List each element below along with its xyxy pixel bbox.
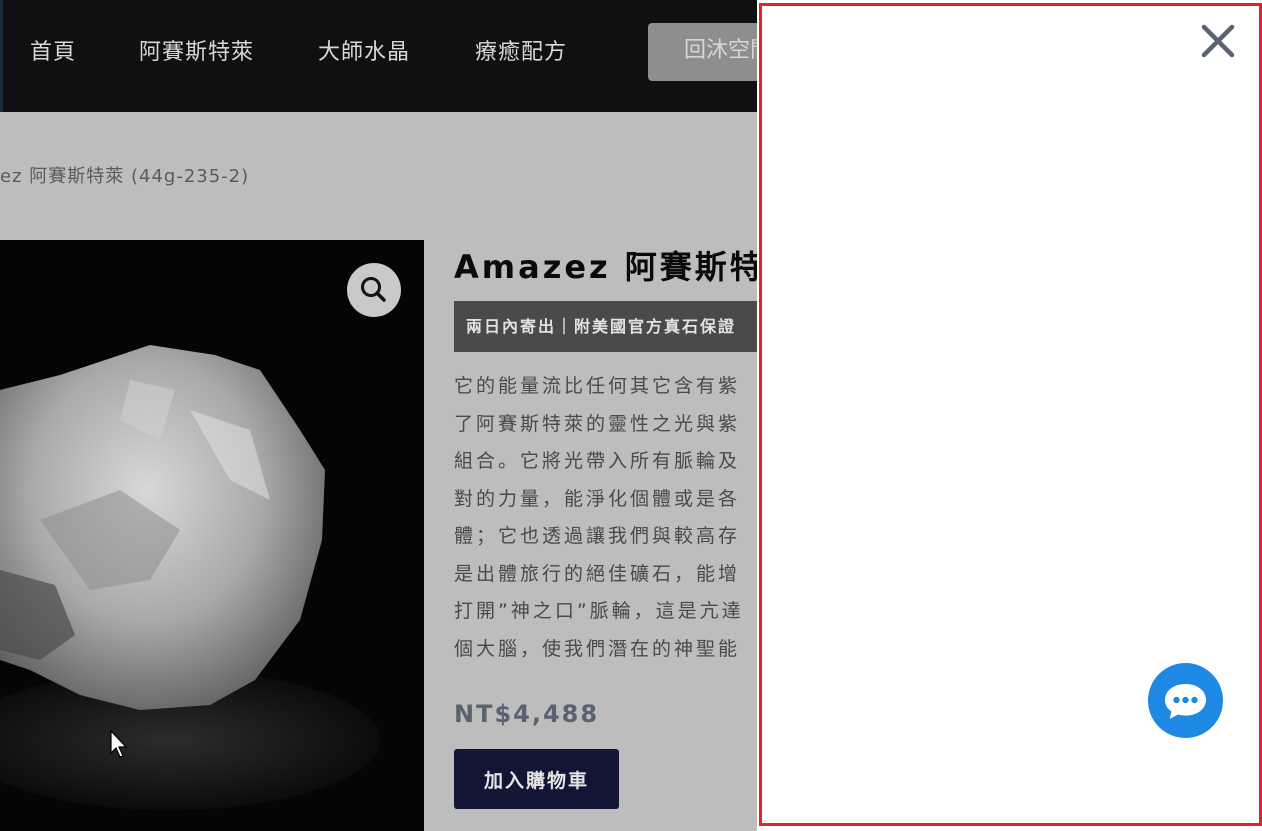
description-line: 它的能量流比任何其它含有紫 [454, 375, 741, 397]
description-line: 個大腦，使我們潛在的神聖能 [454, 637, 741, 660]
mouse-pointer-icon [110, 730, 128, 758]
nav-item-healing-formula[interactable]: 療癒配方 [475, 34, 567, 66]
product-description: 它的能量流比任何其它含有紫 了阿賽斯特萊的靈性之光與紫 組合。它將光帶入所有脈輪… [454, 368, 774, 668]
product-image[interactable] [0, 240, 424, 831]
close-icon [1201, 24, 1235, 58]
top-navigation: 首頁 阿賽斯特萊 大師水晶 療癒配方 回沐空間 [0, 0, 778, 112]
product-title: Amazez 阿賽斯特萊 [454, 248, 800, 286]
description-line: 體；它也透過讓我們與較高存 [454, 525, 741, 547]
product-price: NT$4,488 [454, 700, 600, 728]
nav-item-master-crystal[interactable]: 大師水晶 [318, 34, 410, 66]
crystal-rock-image [0, 345, 380, 810]
chat-button[interactable] [1148, 663, 1223, 738]
nav-item-home[interactable]: 首頁 [30, 34, 76, 66]
breadcrumb: ez 阿賽斯特萊 (44g-235-2) [0, 166, 250, 187]
chat-bubble-icon [1165, 684, 1206, 719]
description-line: 對的力量，能淨化個體或是各 [454, 487, 741, 510]
description-line: 打開”神之口”脈輪，這是亢達 [454, 600, 744, 622]
shipping-badge: 兩日內寄出｜附美國官方真石保證 [454, 301, 774, 352]
add-to-cart-button[interactable]: 加入購物車 [454, 749, 619, 809]
description-line: 了阿賽斯特萊的靈性之光與紫 [454, 412, 741, 435]
magnifier-icon [361, 277, 386, 302]
nav-item-astrite[interactable]: 阿賽斯特萊 [139, 34, 254, 66]
description-line: 是出體旅行的絕佳礦石，能增 [454, 562, 741, 585]
close-drawer-button[interactable] [1200, 23, 1236, 59]
description-line: 組合。它將光帶入所有脈輪及 [454, 450, 741, 472]
zoom-button[interactable] [347, 263, 401, 317]
